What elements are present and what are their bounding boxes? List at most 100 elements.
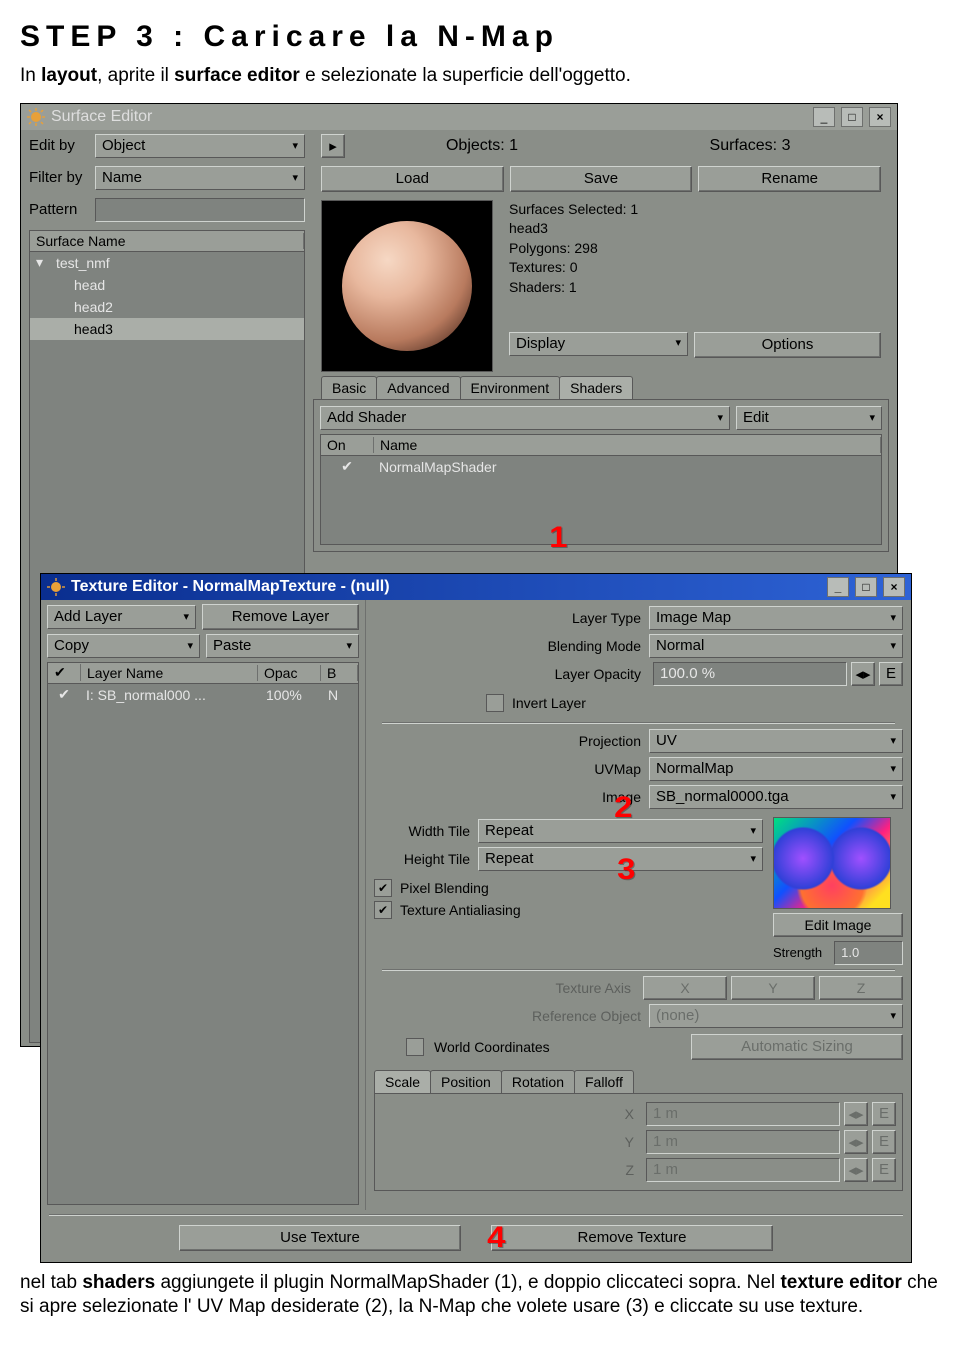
layer-name: I: SB_normal000 ... — [80, 687, 260, 703]
reference-object-label: Reference Object — [374, 1008, 649, 1024]
layer-type-dropdown[interactable]: Image Map — [649, 606, 903, 630]
x-spinner: ◂▸ — [844, 1102, 868, 1126]
world-coordinates-checkbox[interactable] — [406, 1038, 424, 1056]
strength-input[interactable]: 1.0 — [834, 941, 903, 965]
pixel-blending-checkbox[interactable] — [374, 879, 392, 897]
automatic-sizing-button: Automatic Sizing — [691, 1034, 903, 1060]
paste-dropdown[interactable]: Paste — [206, 634, 359, 658]
axis-z-button: Z — [819, 976, 903, 1000]
surface-tabs: Basic Advanced Environment Shaders — [313, 376, 889, 399]
tab-position[interactable]: Position — [430, 1070, 502, 1093]
layer-col-b: B — [321, 665, 358, 681]
transform-tabs: Scale Position Rotation Falloff — [374, 1070, 903, 1093]
blending-mode-dropdown[interactable]: Normal — [649, 634, 903, 658]
callout-2: 2 — [614, 791, 632, 825]
add-shader-dropdown[interactable]: Add Shader — [320, 406, 730, 430]
minimize-button[interactable]: _ — [813, 107, 835, 127]
intro-bold-surface-editor: surface editor — [174, 65, 300, 86]
maximize-button[interactable]: □ — [841, 107, 863, 127]
surface-editor-title: Surface Editor — [51, 108, 152, 126]
surface-list-header: Surface Name — [29, 230, 305, 252]
tab-basic[interactable]: Basic — [321, 376, 377, 399]
outro-text: nel tab — [20, 1272, 82, 1293]
close-button[interactable]: × — [883, 577, 905, 597]
axis-y-button: Y — [731, 976, 815, 1000]
shader-col-name: Name — [374, 437, 881, 453]
layer-list-header: ✔ Layer Name Opac B — [47, 662, 359, 684]
callout-3: 3 — [617, 853, 635, 887]
rename-button[interactable]: Rename — [698, 166, 881, 192]
play-button[interactable]: ▸ — [321, 134, 345, 158]
reference-object-dropdown: (none) — [649, 1004, 903, 1028]
blending-mode-label: Blending Mode — [374, 638, 649, 654]
shader-row[interactable]: ✔ NormalMapShader — [321, 456, 881, 478]
texture-aa-label: Texture Antialiasing — [400, 902, 521, 918]
x-input: 1 m — [646, 1102, 840, 1126]
remove-layer-button[interactable]: Remove Layer — [202, 604, 359, 630]
filter-by-dropdown[interactable]: Name — [95, 166, 305, 190]
edit-image-button[interactable]: Edit Image — [773, 913, 903, 937]
tab-shaders[interactable]: Shaders — [559, 376, 633, 399]
image-dropdown[interactable]: SB_normal0000.tga — [649, 785, 903, 809]
load-button[interactable]: Load — [321, 166, 504, 192]
opacity-spinner[interactable]: ◂▸ — [851, 662, 875, 686]
save-button[interactable]: Save — [510, 166, 693, 192]
pattern-label: Pattern — [29, 201, 89, 218]
intro-text: In — [20, 65, 41, 86]
shader-col-on: On — [321, 437, 374, 453]
outro-bold-texture-editor: texture editor — [780, 1272, 901, 1293]
world-coordinates-label: World Coordinates — [434, 1039, 550, 1055]
tab-rotation[interactable]: Rotation — [501, 1070, 575, 1093]
add-layer-dropdown[interactable]: Add Layer — [47, 605, 196, 629]
tab-advanced[interactable]: Advanced — [376, 376, 460, 399]
invert-layer-checkbox[interactable] — [486, 694, 504, 712]
texture-preview — [773, 817, 891, 909]
shader-list-header: On Name — [320, 434, 882, 456]
close-button[interactable]: × — [869, 107, 891, 127]
y-spinner: ◂▸ — [844, 1130, 868, 1154]
list-item[interactable]: head — [50, 277, 111, 293]
x-envelope-button: E — [872, 1102, 896, 1126]
height-tile-label: Height Tile — [374, 851, 478, 867]
projection-dropdown[interactable]: UV — [649, 729, 903, 753]
maximize-button[interactable]: □ — [855, 577, 877, 597]
screenshot-stage: Surface Editor _ □ × Edit by Object Filt… — [20, 103, 920, 1263]
minimize-button[interactable]: _ — [827, 577, 849, 597]
edit-shader-dropdown[interactable]: Edit — [736, 406, 882, 430]
list-item[interactable]: head2 — [50, 299, 119, 315]
layer-col-name: Layer Name — [81, 665, 258, 681]
list-item-selected[interactable]: head3 — [50, 321, 119, 337]
intro-text: e selezionate la superficie dell'oggetto… — [300, 65, 631, 86]
opacity-envelope-button[interactable]: E — [879, 662, 903, 686]
info-selected: Surfaces Selected: 1 — [509, 200, 881, 220]
texture-aa-checkbox[interactable] — [374, 901, 392, 919]
uvmap-dropdown[interactable]: NormalMap — [649, 757, 903, 781]
layer-opacity-label: Layer Opacity — [374, 666, 649, 682]
layer-row[interactable]: ✔ I: SB_normal000 ... 100% N — [48, 684, 358, 706]
texture-editor-title: Texture Editor - NormalMapTexture - (nul… — [71, 578, 390, 596]
tab-scale[interactable]: Scale — [374, 1070, 431, 1093]
layer-col-opac: Opac — [258, 665, 321, 681]
outro-bold-shaders: shaders — [82, 1272, 155, 1293]
tab-falloff[interactable]: Falloff — [574, 1070, 634, 1093]
surface-preview — [321, 200, 493, 372]
surface-editor-titlebar[interactable]: Surface Editor _ □ × — [21, 104, 897, 130]
list-item[interactable]: test_nmf — [50, 255, 116, 271]
layer-type-label: Layer Type — [374, 610, 649, 626]
texture-editor-titlebar[interactable]: Texture Editor - NormalMapTexture - (nul… — [41, 574, 911, 600]
pattern-input[interactable] — [95, 198, 305, 222]
edit-by-dropdown[interactable]: Object — [95, 134, 305, 158]
display-dropdown[interactable]: Display — [509, 332, 688, 356]
invert-layer-label: Invert Layer — [512, 695, 586, 711]
tab-environment[interactable]: Environment — [460, 376, 561, 399]
layer-opacity-input[interactable]: 100.0 % — [653, 662, 847, 686]
y-input: 1 m — [646, 1130, 840, 1154]
axis-x-button: X — [643, 976, 727, 1000]
objects-count: Objects: 1 — [351, 137, 613, 155]
use-texture-button[interactable]: Use Texture — [179, 1225, 461, 1251]
remove-texture-button[interactable]: Remove Texture — [491, 1225, 773, 1251]
copy-dropdown[interactable]: Copy — [47, 634, 200, 658]
callout-1: 1 — [549, 521, 567, 555]
options-button[interactable]: Options — [694, 332, 881, 358]
y-envelope-button: E — [872, 1130, 896, 1154]
